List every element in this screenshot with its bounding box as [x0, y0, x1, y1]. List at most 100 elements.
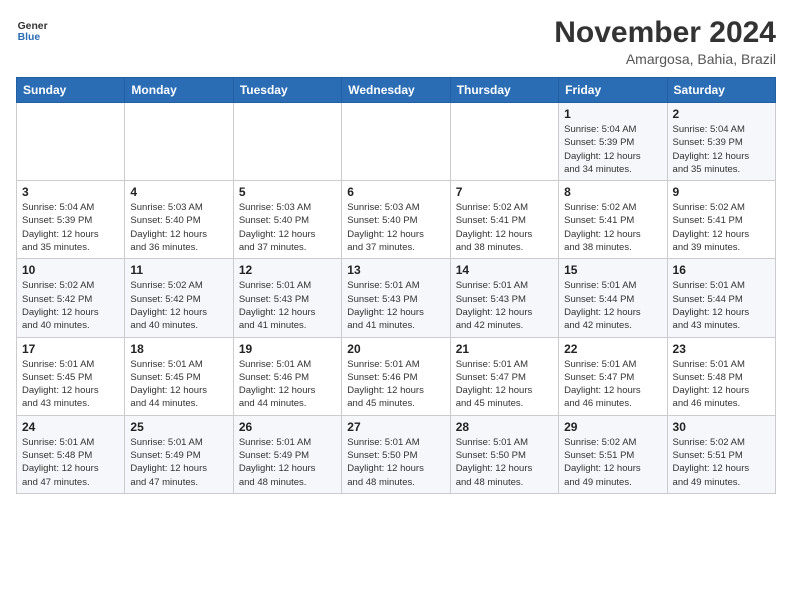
calendar-cell [233, 103, 341, 181]
calendar-cell: 11Sunrise: 5:02 AMSunset: 5:42 PMDayligh… [125, 259, 233, 337]
calendar-cell: 26Sunrise: 5:01 AMSunset: 5:49 PMDayligh… [233, 415, 341, 493]
day-number: 15 [564, 263, 661, 277]
day-info: Sunrise: 5:03 AMSunset: 5:40 PMDaylight:… [347, 201, 444, 254]
calendar-cell: 21Sunrise: 5:01 AMSunset: 5:47 PMDayligh… [450, 337, 558, 415]
calendar-cell: 23 Sunrise: 5:01 AMSunset: 5:48 PMDayligh… [667, 337, 775, 415]
day-info: Sunrise: 5:04 AMSunset: 5:39 PMDaylight:… [22, 201, 119, 254]
day-info: Sunrise: 5:01 AMSunset: 5:44 PMDaylight:… [673, 279, 770, 332]
calendar: Sunday Monday Tuesday Wednesday Thursday… [16, 77, 776, 494]
col-wednesday: Wednesday [342, 78, 450, 103]
day-number: 7 [456, 185, 553, 199]
day-number: 5 [239, 185, 336, 199]
day-number: 20 [347, 342, 444, 356]
logo-icon: General Blue [16, 16, 48, 44]
day-info: Sunrise: 5:04 AMSunset: 5:39 PMDaylight:… [673, 123, 770, 176]
day-info: Sunrise: 5:02 AMSunset: 5:51 PMDaylight:… [564, 436, 661, 489]
calendar-cell: 20 Sunrise: 5:01 AMSunset: 5:46 PMDayligh… [342, 337, 450, 415]
week-row-5: 24 Sunrise: 5:01 AMSunset: 5:48 PMDayligh… [17, 415, 776, 493]
calendar-cell: 5 Sunrise: 5:03 AMSunset: 5:40 PMDaylight… [233, 181, 341, 259]
day-number: 22 [564, 342, 661, 356]
day-info: Sunrise: 5:01 AMSunset: 5:43 PMDaylight:… [456, 279, 553, 332]
calendar-cell: 4 Sunrise: 5:03 AMSunset: 5:40 PMDaylight… [125, 181, 233, 259]
calendar-cell [17, 103, 125, 181]
day-number: 2 [673, 107, 770, 121]
day-number: 28 [456, 420, 553, 434]
day-number: 25 [130, 420, 227, 434]
day-info: Sunrise: 5:01 AMSunset: 5:49 PMDaylight:… [239, 436, 336, 489]
day-info: Sunrise: 5:01 AMSunset: 5:47 PMDaylight:… [564, 358, 661, 411]
calendar-cell: 7 Sunrise: 5:02 AMSunset: 5:41 PMDaylight… [450, 181, 558, 259]
header: General Blue November 2024 Amargosa, Bah… [16, 16, 776, 67]
calendar-cell: 19Sunrise: 5:01 AMSunset: 5:46 PMDayligh… [233, 337, 341, 415]
week-row-3: 10 Sunrise: 5:02 AMSunset: 5:42 PMDayligh… [17, 259, 776, 337]
calendar-header-row: Sunday Monday Tuesday Wednesday Thursday… [17, 78, 776, 103]
calendar-cell: 16 Sunrise: 5:01 AMSunset: 5:44 PMDayligh… [667, 259, 775, 337]
calendar-cell: 28Sunrise: 5:01 AMSunset: 5:50 PMDayligh… [450, 415, 558, 493]
page: General Blue November 2024 Amargosa, Bah… [0, 0, 792, 506]
calendar-cell: 30 Sunrise: 5:02 AMSunset: 5:51 PMDayligh… [667, 415, 775, 493]
location: Amargosa, Bahia, Brazil [554, 51, 776, 67]
col-monday: Monday [125, 78, 233, 103]
day-info: Sunrise: 5:01 AMSunset: 5:46 PMDaylight:… [347, 358, 444, 411]
month-title: November 2024 [554, 16, 776, 49]
calendar-cell [125, 103, 233, 181]
day-number: 14 [456, 263, 553, 277]
day-info: Sunrise: 5:02 AMSunset: 5:41 PMDaylight:… [673, 201, 770, 254]
calendar-cell: 27 Sunrise: 5:01 AMSunset: 5:50 PMDayligh… [342, 415, 450, 493]
day-info: Sunrise: 5:02 AMSunset: 5:51 PMDaylight:… [673, 436, 770, 489]
calendar-cell: 18 Sunrise: 5:01 AMSunset: 5:45 PMDayligh… [125, 337, 233, 415]
calendar-cell [450, 103, 558, 181]
day-number: 23 [673, 342, 770, 356]
calendar-cell: 2 Sunrise: 5:04 AMSunset: 5:39 PMDaylight… [667, 103, 775, 181]
day-number: 13 [347, 263, 444, 277]
calendar-cell: 9 Sunrise: 5:02 AMSunset: 5:41 PMDaylight… [667, 181, 775, 259]
col-tuesday: Tuesday [233, 78, 341, 103]
day-info: Sunrise: 5:01 AMSunset: 5:43 PMDaylight:… [347, 279, 444, 332]
day-number: 4 [130, 185, 227, 199]
calendar-cell: 3Sunrise: 5:04 AMSunset: 5:39 PMDaylight… [17, 181, 125, 259]
day-number: 16 [673, 263, 770, 277]
col-sunday: Sunday [17, 78, 125, 103]
day-number: 30 [673, 420, 770, 434]
calendar-cell: 6Sunrise: 5:03 AMSunset: 5:40 PMDaylight… [342, 181, 450, 259]
day-number: 9 [673, 185, 770, 199]
day-number: 1 [564, 107, 661, 121]
calendar-cell: 15 Sunrise: 5:01 AMSunset: 5:44 PMDayligh… [559, 259, 667, 337]
day-number: 29 [564, 420, 661, 434]
day-number: 17 [22, 342, 119, 356]
day-info: Sunrise: 5:02 AMSunset: 5:42 PMDaylight:… [130, 279, 227, 332]
day-number: 10 [22, 263, 119, 277]
week-row-1: 1 Sunrise: 5:04 AMSunset: 5:39 PMDaylight… [17, 103, 776, 181]
logo: General Blue [16, 16, 48, 44]
day-info: Sunrise: 5:01 AMSunset: 5:45 PMDaylight:… [22, 358, 119, 411]
day-number: 27 [347, 420, 444, 434]
day-info: Sunrise: 5:02 AMSunset: 5:41 PMDaylight:… [564, 201, 661, 254]
day-info: Sunrise: 5:01 AMSunset: 5:43 PMDaylight:… [239, 279, 336, 332]
calendar-cell [342, 103, 450, 181]
day-number: 18 [130, 342, 227, 356]
day-info: Sunrise: 5:01 AMSunset: 5:48 PMDaylight:… [673, 358, 770, 411]
day-info: Sunrise: 5:01 AMSunset: 5:46 PMDaylight:… [239, 358, 336, 411]
calendar-cell: 22 Sunrise: 5:01 AMSunset: 5:47 PMDayligh… [559, 337, 667, 415]
calendar-cell: 29 Sunrise: 5:02 AMSunset: 5:51 PMDayligh… [559, 415, 667, 493]
day-info: Sunrise: 5:04 AMSunset: 5:39 PMDaylight:… [564, 123, 661, 176]
day-info: Sunrise: 5:01 AMSunset: 5:44 PMDaylight:… [564, 279, 661, 332]
svg-text:Blue: Blue [18, 32, 41, 43]
day-info: Sunrise: 5:01 AMSunset: 5:50 PMDaylight:… [347, 436, 444, 489]
day-info: Sunrise: 5:01 AMSunset: 5:48 PMDaylight:… [22, 436, 119, 489]
calendar-cell: 10Sunrise: 5:02 AMSunset: 5:42 PMDayligh… [17, 259, 125, 337]
calendar-cell: 1 Sunrise: 5:04 AMSunset: 5:39 PMDaylight… [559, 103, 667, 181]
day-number: 24 [22, 420, 119, 434]
calendar-cell: 13 Sunrise: 5:01 AMSunset: 5:43 PMDayligh… [342, 259, 450, 337]
day-info: Sunrise: 5:01 AMSunset: 5:47 PMDaylight:… [456, 358, 553, 411]
week-row-2: 3Sunrise: 5:04 AMSunset: 5:39 PMDaylight… [17, 181, 776, 259]
day-info: Sunrise: 5:03 AMSunset: 5:40 PMDaylight:… [239, 201, 336, 254]
day-info: Sunrise: 5:01 AMSunset: 5:45 PMDaylight:… [130, 358, 227, 411]
day-info: Sunrise: 5:03 AMSunset: 5:40 PMDaylight:… [130, 201, 227, 254]
calendar-cell: 25Sunrise: 5:01 AMSunset: 5:49 PMDayligh… [125, 415, 233, 493]
title-block: November 2024 Amargosa, Bahia, Brazil [554, 16, 776, 67]
svg-text:General: General [18, 21, 48, 32]
col-friday: Friday [559, 78, 667, 103]
col-thursday: Thursday [450, 78, 558, 103]
day-info: Sunrise: 5:02 AMSunset: 5:41 PMDaylight:… [456, 201, 553, 254]
